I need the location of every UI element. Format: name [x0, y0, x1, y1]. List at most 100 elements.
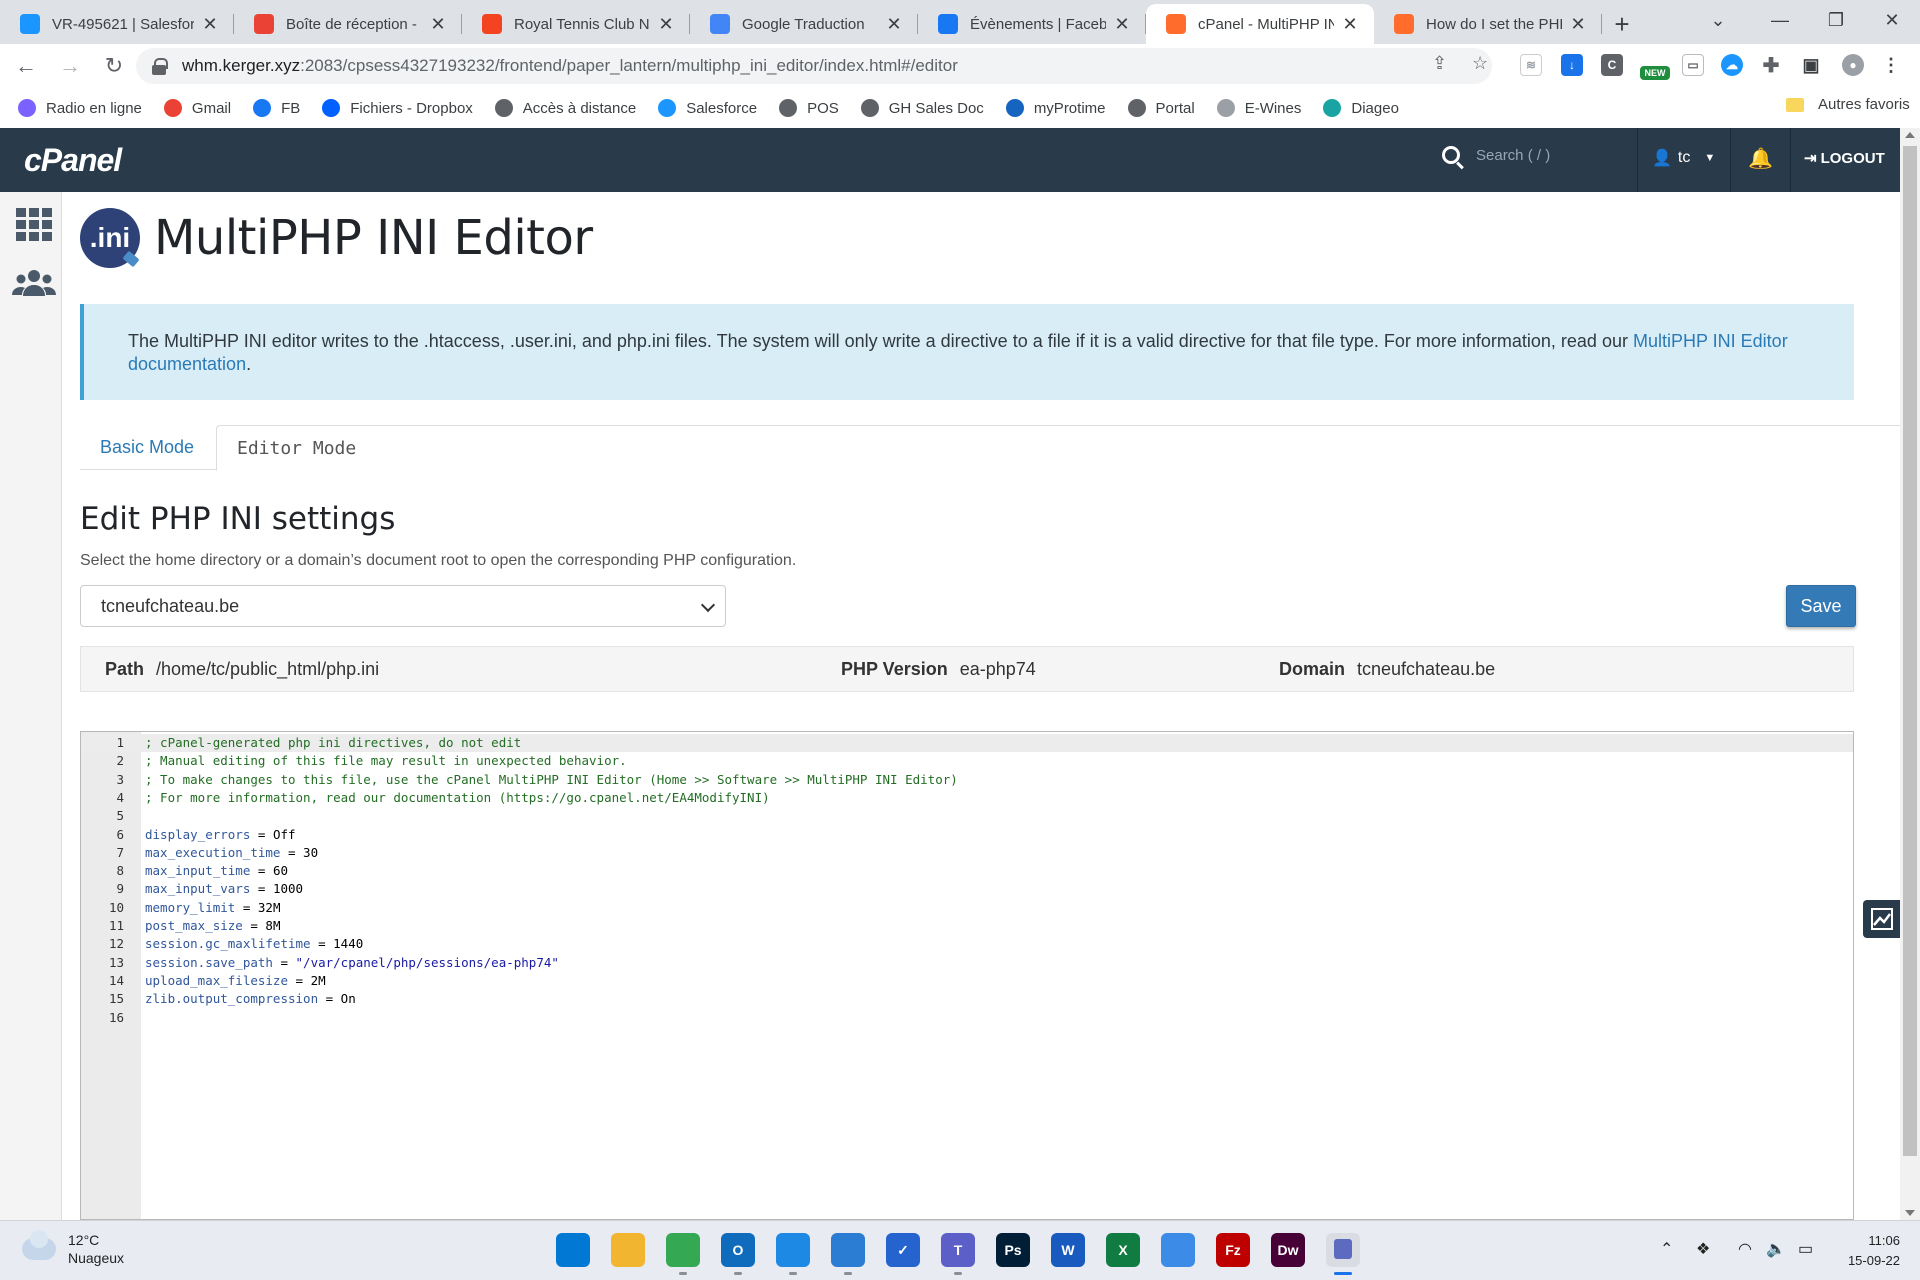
volume-icon[interactable]: 🔈 — [1766, 1239, 1786, 1259]
word-icon[interactable]: W — [1051, 1233, 1085, 1267]
other-bookmarks[interactable]: Autres favoris — [1786, 96, 1910, 113]
file-explorer-icon[interactable] — [611, 1233, 645, 1267]
code-line[interactable]: 7 max_execution_time = 30 — [81, 844, 1853, 862]
bookmark-item[interactable]: POS — [779, 99, 839, 117]
bookmark-star-icon[interactable]: ☆ — [1472, 53, 1488, 74]
bookmark-item[interactable]: Radio en ligne — [18, 99, 142, 117]
browser-tab[interactable]: How do I set the PHP ✕ — [1374, 4, 1602, 44]
bookmark-item[interactable]: Accès à distance — [494, 99, 636, 117]
close-tab-icon[interactable]: ✕ — [200, 14, 220, 35]
domain-select[interactable]: tcneufchateau.be — [80, 585, 726, 627]
extension-wifi-icon[interactable]: ≋ — [1520, 54, 1542, 76]
reload-icon[interactable]: ↻ — [96, 48, 132, 84]
share-icon[interactable]: ⇪ — [1432, 53, 1447, 74]
close-tab-icon[interactable]: ✕ — [1568, 14, 1588, 35]
new-tab-icon[interactable]: + — [1602, 4, 1642, 44]
address-bar[interactable]: whm.kerger.xyz:2083/cpsess4327193232/fro… — [136, 48, 1492, 84]
extensions-puzzle-icon[interactable]: ✚ — [1760, 54, 1782, 77]
browser-tab[interactable]: Google Traduction ✕ — [690, 4, 918, 44]
chevron-up-icon[interactable]: ⌃ — [1660, 1239, 1673, 1259]
logout-button[interactable]: ⇥ LOGOUT — [1804, 149, 1885, 168]
close-tab-icon[interactable]: ✕ — [656, 14, 676, 35]
code-line[interactable]: 5 — [81, 807, 1853, 825]
code-line[interactable]: 1 ; cPanel-generated php ini directives, … — [81, 734, 1853, 752]
forward-arrow-icon[interactable]: → — [52, 48, 88, 84]
user-menu[interactable]: 👤 tc ▼ — [1652, 148, 1715, 168]
profile-avatar[interactable]: ● — [1842, 54, 1864, 76]
download-extension-icon[interactable]: ↓ — [1561, 54, 1583, 76]
code-line[interactable]: 12 session.gc_maxlifetime = 1440 — [81, 935, 1853, 953]
restore-icon[interactable]: ❐ — [1808, 0, 1864, 40]
close-tab-icon[interactable]: ✕ — [884, 14, 904, 35]
code-line[interactable]: 16 — [81, 1009, 1853, 1027]
code-line[interactable]: 8 max_input_time = 60 — [81, 862, 1853, 880]
excel-icon[interactable]: X — [1106, 1233, 1140, 1267]
bookmark-item[interactable]: Gmail — [163, 99, 231, 117]
close-tab-icon[interactable]: ✕ — [1340, 14, 1360, 35]
tab-basic-mode[interactable]: Basic Mode — [80, 425, 214, 470]
bookmark-item[interactable]: Portal — [1127, 99, 1195, 117]
close-tab-icon[interactable]: ✕ — [428, 14, 448, 35]
dreamweaver-icon[interactable]: Dw — [1271, 1233, 1305, 1267]
cpanel-logo[interactable]: cPanel — [24, 142, 122, 179]
menu-kebab-icon[interactable]: ⋮ — [1880, 54, 1902, 76]
notepad-icon[interactable] — [1161, 1233, 1195, 1267]
windows-start-icon[interactable] — [556, 1233, 590, 1267]
code-line[interactable]: 6 display_errors = Off — [81, 826, 1853, 844]
browser-tab[interactable]: cPanel - MultiPHP INI Editor ✕ — [1146, 4, 1374, 44]
side-panel-icon[interactable]: ▣ — [1800, 54, 1822, 76]
system-clock[interactable]: 11:06 15-09-22 — [1828, 1231, 1900, 1271]
stats-chart-icon[interactable] — [1863, 900, 1901, 938]
save-button[interactable]: Save — [1786, 585, 1856, 627]
browser-tab[interactable]: VR-495621 | Salesforce ✕ — [0, 4, 234, 44]
cast-extension-icon[interactable]: ▭ — [1682, 54, 1704, 76]
apps-grid-icon[interactable] — [16, 208, 52, 241]
minimize-icon[interactable]: — — [1752, 0, 1808, 40]
code-line[interactable]: 4 ; For more information, read our docume… — [81, 789, 1853, 807]
bookmark-item[interactable]: Diageo — [1323, 99, 1399, 117]
tab-search-icon[interactable]: ⌄ — [1690, 0, 1746, 40]
code-line[interactable]: 2 ; Manual editing of this file may resul… — [81, 752, 1853, 770]
page-scrollbar[interactable] — [1900, 128, 1920, 1220]
bookmark-item[interactable]: Fichiers - Dropbox — [322, 99, 473, 117]
back-arrow-icon[interactable]: ← — [8, 48, 44, 84]
code-line[interactable]: 14 upload_max_filesize = 2M — [81, 972, 1853, 990]
dropbox-tray-icon[interactable]: ❖ — [1696, 1239, 1710, 1259]
ini-code-editor[interactable]: 1 ; cPanel-generated php ini directives, … — [80, 731, 1854, 1220]
code-line[interactable]: 9 max_input_vars = 1000 — [81, 880, 1853, 898]
outlook-icon[interactable]: O — [721, 1233, 755, 1275]
users-icon[interactable] — [12, 268, 56, 298]
salesforce-extension-icon[interactable]: ☁ — [1721, 54, 1743, 76]
tab-editor-mode[interactable]: Editor Mode — [216, 425, 1920, 471]
browser-tab[interactable]: Boîte de réception - Info ✕ — [234, 4, 462, 44]
scrollbar-thumb[interactable] — [1903, 146, 1917, 1156]
filezilla-icon[interactable]: Fz — [1216, 1233, 1250, 1267]
bookmark-item[interactable]: Salesforce — [658, 99, 757, 117]
code-line[interactable]: 11 post_max_size = 8M — [81, 917, 1853, 935]
battery-icon[interactable]: ▭ — [1798, 1239, 1813, 1259]
browser-tab[interactable]: Royal Tennis Club Neufchâteau ✕ — [462, 4, 690, 44]
scroll-down-icon[interactable] — [1905, 1210, 1915, 1216]
bookmark-item[interactable]: GH Sales Doc — [860, 99, 984, 117]
photoshop-icon[interactable]: Ps — [996, 1233, 1030, 1267]
close-tab-icon[interactable]: ✕ — [1112, 14, 1132, 35]
chrome-icon[interactable] — [666, 1233, 700, 1275]
code-line[interactable]: 15 zlib.output_compression = On — [81, 990, 1853, 1008]
code-line[interactable]: 13 session.save_path = "/var/cpanel/php/s… — [81, 954, 1853, 972]
wifi-icon[interactable]: ◠ — [1738, 1239, 1752, 1259]
todo-icon[interactable]: ✓ — [886, 1233, 920, 1267]
bookmark-item[interactable]: FB — [253, 99, 300, 117]
bookmark-item[interactable]: E-Wines — [1216, 99, 1301, 117]
search-input[interactable]: Search ( / ) — [1476, 147, 1550, 164]
new-badge[interactable]: NEW — [1640, 66, 1670, 80]
mail-icon[interactable] — [776, 1233, 810, 1275]
code-line[interactable]: 3 ; To make changes to this file, use the… — [81, 771, 1853, 789]
browser-tab[interactable]: Évènements | Facebook ✕ — [918, 4, 1146, 44]
notifications-bell-icon[interactable]: 🔔 — [1748, 146, 1773, 171]
weather-widget[interactable]: 12°C Nuageux — [22, 1230, 124, 1267]
calendar-icon[interactable] — [831, 1233, 865, 1275]
bookmark-item[interactable]: myProtime — [1005, 99, 1106, 117]
cpanel-search[interactable]: Search ( / ) — [1442, 146, 1550, 164]
snipping-tool-icon[interactable] — [1326, 1233, 1360, 1275]
scroll-up-icon[interactable] — [1905, 132, 1915, 138]
